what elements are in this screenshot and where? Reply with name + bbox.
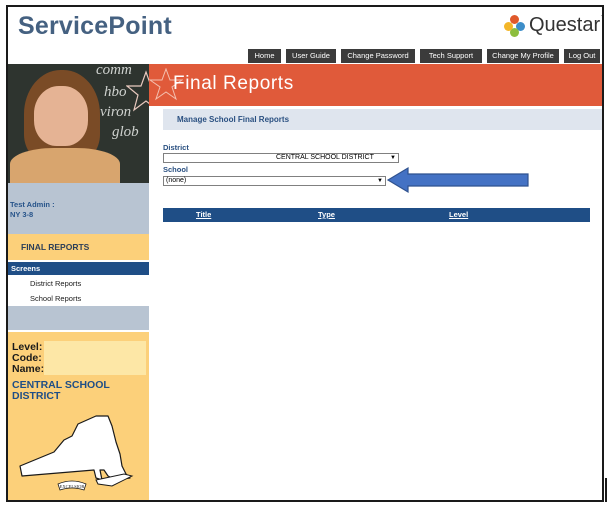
vendor-name: Questar — [529, 14, 601, 36]
name-label: Name: — [12, 363, 45, 375]
district-select-value: CENTRAL SCHOOL DISTRICT — [276, 154, 374, 161]
application-window: ServicePoint Questar™ Home User Guide Ch… — [6, 5, 604, 502]
nav-change-password-button[interactable]: Change Password — [341, 49, 415, 63]
chevron-down-icon: ▼ — [390, 155, 396, 161]
school-select[interactable]: (none) ▼ — [163, 176, 386, 186]
map-caption: EXCELSIOR — [60, 484, 85, 489]
pointer-arrow-icon — [386, 166, 529, 194]
banner-photo: comm hbo viron glob — [8, 64, 149, 183]
nav-change-profile-button[interactable]: Change My Profile — [487, 49, 559, 63]
district-label: District — [163, 143, 189, 152]
state-map-icon: EXCELSIOR — [19, 415, 134, 491]
sidebar-item-district-reports[interactable]: District Reports — [30, 279, 81, 288]
school-label: School — [163, 165, 189, 174]
district-select[interactable]: CENTRAL SCHOOL DISTRICT ▼ — [163, 153, 399, 163]
user-name: Test Admin : — [10, 200, 55, 209]
column-header-title[interactable]: Title — [196, 210, 211, 219]
subheader: Manage School Final Reports — [163, 109, 602, 130]
app-brand: ServicePoint — [18, 12, 172, 40]
section-title: FINAL REPORTS — [8, 234, 149, 260]
chevron-down-icon: ▼ — [377, 178, 383, 184]
nav-home-button[interactable]: Home — [248, 49, 281, 63]
nav-tech-support-button[interactable]: Tech Support — [420, 49, 482, 63]
page-title: Final Reports — [173, 73, 294, 94]
sidebar: comm hbo viron glob Test Admin : NY 3-8 … — [8, 64, 149, 500]
star-outline-icon — [126, 70, 149, 112]
school-select-value: (none) — [166, 177, 187, 184]
screens-header: Screens — [8, 262, 149, 275]
user-program: NY 3-8 — [10, 210, 34, 219]
subheader-title: Manage School Final Reports — [177, 115, 290, 124]
user-info: Test Admin : NY 3-8 — [8, 183, 149, 234]
frame-edge — [605, 478, 607, 502]
sidebar-item-school-reports[interactable]: School Reports — [30, 294, 81, 303]
page-banner: Final Reports — [149, 64, 602, 106]
redacted-values — [44, 341, 146, 375]
column-header-level[interactable]: Level — [449, 210, 468, 219]
nav-user-guide-button[interactable]: User Guide — [286, 49, 336, 63]
district-name: CENTRAL SCHOOL DISTRICT — [12, 379, 110, 402]
vendor-trademark: ™ — [600, 14, 602, 23]
reports-table-header: Title Type Level — [163, 208, 590, 222]
entity-info: Level: Code: Name: CENTRAL SCHOOL DISTRI… — [8, 332, 149, 500]
column-header-type[interactable]: Type — [318, 210, 335, 219]
sidebar-spacer — [8, 306, 149, 330]
header: ServicePoint Questar™ — [8, 7, 602, 49]
questar-logo-icon — [504, 14, 526, 37]
vendor-logo: Questar™ — [504, 14, 602, 37]
top-nav: Home User Guide Change Password Tech Sup… — [8, 49, 602, 63]
nav-logout-button[interactable]: Log Out — [564, 49, 600, 63]
